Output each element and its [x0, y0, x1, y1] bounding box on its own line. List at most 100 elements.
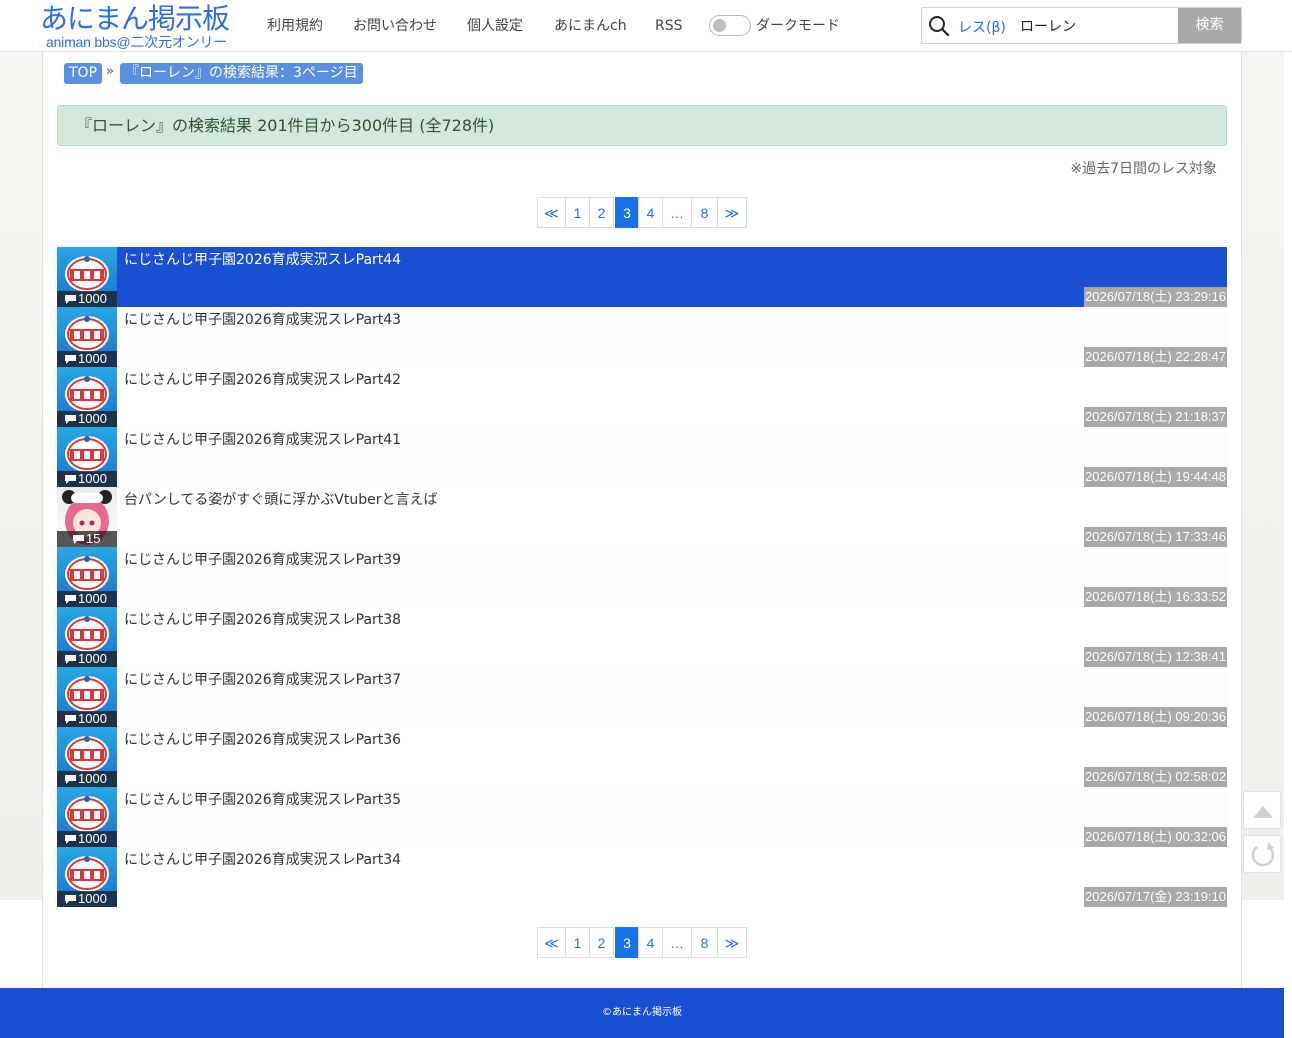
pagination-page-3[interactable]: 3	[615, 197, 639, 228]
koshien-icon	[65, 616, 109, 652]
pagination-page-8[interactable]: 8	[691, 927, 718, 958]
comment-icon	[65, 655, 76, 664]
reply-count-badge: 15	[57, 531, 117, 547]
thread-row[interactable]: 1000 にじさんじ甲子園2026育成実況スレPart34 2026/07/17(金…	[57, 847, 1227, 907]
thread-row[interactable]: 1000 にじさんじ甲子園2026育成実況スレPart37 2026/07/18(土…	[57, 667, 1227, 727]
search-button[interactable]: 検索	[1178, 8, 1241, 43]
reply-count-badge: 1000	[57, 711, 117, 727]
pagination-page-2[interactable]: 2	[589, 197, 614, 228]
thread-date: 2026/07/18(土) 02:58:02	[1084, 767, 1227, 787]
reply-count: 1000	[78, 891, 107, 906]
thread-title[interactable]: にじさんじ甲子園2026育成実況スレPart43	[124, 311, 401, 329]
pagination-page-1[interactable]: 1	[565, 197, 590, 228]
search-icon	[929, 16, 950, 37]
thread-title[interactable]: にじさんじ甲子園2026育成実況スレPart38	[124, 611, 401, 629]
breadcrumb-top[interactable]: TOP	[64, 63, 103, 84]
search-range-note: ※過去7日間のレス対象	[1070, 161, 1217, 177]
search-input[interactable]	[1020, 14, 1170, 38]
reload-icon	[1251, 842, 1275, 867]
pagination-ellipsis: …	[662, 197, 692, 228]
thread-title[interactable]: にじさんじ甲子園2026育成実況スレPart37	[124, 671, 401, 689]
reply-count-badge: 1000	[57, 411, 117, 427]
comment-icon	[65, 595, 76, 604]
thread-row[interactable]: 1000 にじさんじ甲子園2026育成実況スレPart43 2026/07/18(土…	[57, 307, 1227, 367]
pagination-page-2[interactable]: 2	[589, 927, 614, 958]
nav-terms[interactable]: 利用規約	[267, 16, 323, 36]
nav-settings[interactable]: 個人設定	[467, 16, 523, 36]
thread-thumbnail: 15	[57, 487, 117, 547]
reply-count-badge: 1000	[57, 771, 117, 787]
thread-date: 2026/07/18(土) 21:18:37	[1084, 407, 1227, 427]
thread-date: 2026/07/18(土) 19:44:48	[1084, 467, 1227, 487]
reply-count: 1000	[78, 711, 107, 726]
reply-count: 1000	[78, 771, 107, 786]
pagination-page-3[interactable]: 3	[615, 927, 639, 958]
thread-date: 2026/07/18(土) 16:33:52	[1084, 587, 1227, 607]
thread-title[interactable]: にじさんじ甲子園2026育成実況スレPart36	[124, 731, 401, 749]
scroll-top-button[interactable]	[1243, 791, 1281, 829]
reply-count-badge: 1000	[57, 651, 117, 667]
thread-date: 2026/07/17(金) 23:19:10	[1084, 887, 1227, 907]
nav-contact[interactable]: お問い合わせ	[353, 16, 437, 36]
pagination-last-button[interactable]: ≫	[717, 927, 747, 958]
pagination-first-button[interactable]: ≪	[537, 927, 566, 958]
reply-count-badge: 1000	[57, 591, 117, 607]
search-scope-select[interactable]: レス(β)	[958, 17, 1006, 37]
thread-row[interactable]: 1000 にじさんじ甲子園2026育成実況スレPart38 2026/07/18(土…	[57, 607, 1227, 667]
thread-title[interactable]: にじさんじ甲子園2026育成実況スレPart35	[124, 791, 401, 809]
thread-thumbnail: 1000	[57, 247, 117, 307]
pagination-page-4[interactable]: 4	[638, 927, 663, 958]
thread-title[interactable]: にじさんじ甲子園2026育成実況スレPart44	[124, 251, 401, 269]
thread-title[interactable]: にじさんじ甲子園2026育成実況スレPart41	[124, 431, 401, 449]
pagination-page-1[interactable]: 1	[565, 927, 590, 958]
reply-count-badge: 1000	[57, 351, 117, 367]
pagination-ellipsis: …	[662, 927, 692, 958]
thread-thumbnail: 1000	[57, 547, 117, 607]
thread-row[interactable]: 1000 にじさんじ甲子園2026育成実況スレPart42 2026/07/18(土…	[57, 367, 1227, 427]
koshien-icon	[65, 796, 109, 832]
pagination-top: ≪ 1 2 3 4 … 8 ≫	[537, 197, 747, 228]
nav-animanch[interactable]: あにまんch	[554, 16, 627, 36]
thread-date: 2026/07/18(土) 23:29:16	[1084, 287, 1227, 307]
breadcrumb-current: 『ローレン』の検索結果：3ページ目	[120, 63, 363, 84]
reply-count: 1000	[78, 411, 107, 426]
thread-date: 2026/07/18(土) 17:33:46	[1084, 527, 1227, 547]
thread-row[interactable]: 15 台パンしてる姿がすぐ頭に浮かぶVtuberと言えば 2026/07/18(土)…	[57, 487, 1227, 547]
thread-thumbnail: 1000	[57, 607, 117, 667]
thread-title[interactable]: にじさんじ甲子園2026育成実況スレPart42	[124, 371, 401, 389]
breadcrumb-separator: »	[106, 64, 114, 79]
site-footer: ©あにまん掲示板	[0, 988, 1284, 1038]
reply-count-badge: 1000	[57, 831, 117, 847]
nav-rss[interactable]: RSS	[655, 16, 683, 36]
comment-icon	[65, 715, 76, 724]
thread-row[interactable]: 1000 にじさんじ甲子園2026育成実況スレPart35 2026/07/18(土…	[57, 787, 1227, 847]
thread-row[interactable]: 1000 にじさんじ甲子園2026育成実況スレPart44 2026/07/18(土…	[57, 247, 1227, 307]
pagination-page-4[interactable]: 4	[638, 197, 663, 228]
page-background-left	[0, 52, 42, 900]
reload-button[interactable]	[1243, 835, 1281, 873]
koshien-icon	[65, 436, 109, 472]
thread-row[interactable]: 1000 にじさんじ甲子園2026育成実況スレPart39 2026/07/18(土…	[57, 547, 1227, 607]
thread-row[interactable]: 1000 にじさんじ甲子園2026育成実況スレPart36 2026/07/18(土…	[57, 727, 1227, 787]
koshien-icon	[65, 316, 109, 352]
thread-thumbnail: 1000	[57, 787, 117, 847]
thread-row[interactable]: 1000 にじさんじ甲子園2026育成実況スレPart41 2026/07/18(土…	[57, 427, 1227, 487]
thread-title[interactable]: にじさんじ甲子園2026育成実況スレPart34	[124, 851, 401, 869]
thread-title[interactable]: 台パンしてる姿がすぐ頭に浮かぶVtuberと言えば	[124, 491, 437, 509]
dark-mode-label: ダークモード	[756, 18, 840, 34]
dark-mode-toggle[interactable]	[709, 15, 751, 36]
pagination-page-8[interactable]: 8	[691, 197, 718, 228]
thread-thumbnail: 1000	[57, 727, 117, 787]
thread-title[interactable]: にじさんじ甲子園2026育成実況スレPart39	[124, 551, 401, 569]
pagination-first-button[interactable]: ≪	[537, 197, 566, 228]
thread-date: 2026/07/18(土) 00:32:06	[1084, 827, 1227, 847]
koshien-icon	[65, 556, 109, 592]
koshien-icon	[65, 736, 109, 772]
pagination-bottom: ≪ 1 2 3 4 … 8 ≫	[537, 927, 747, 958]
thread-date: 2026/07/18(土) 22:28:47	[1084, 347, 1227, 367]
site-logo[interactable]: あにまん掲示板 animan bbs@二次元オンリー	[40, 2, 250, 50]
pagination-last-button[interactable]: ≫	[717, 197, 747, 228]
koshien-icon	[65, 376, 109, 412]
reply-count: 1000	[78, 291, 107, 306]
comment-icon	[65, 295, 76, 304]
